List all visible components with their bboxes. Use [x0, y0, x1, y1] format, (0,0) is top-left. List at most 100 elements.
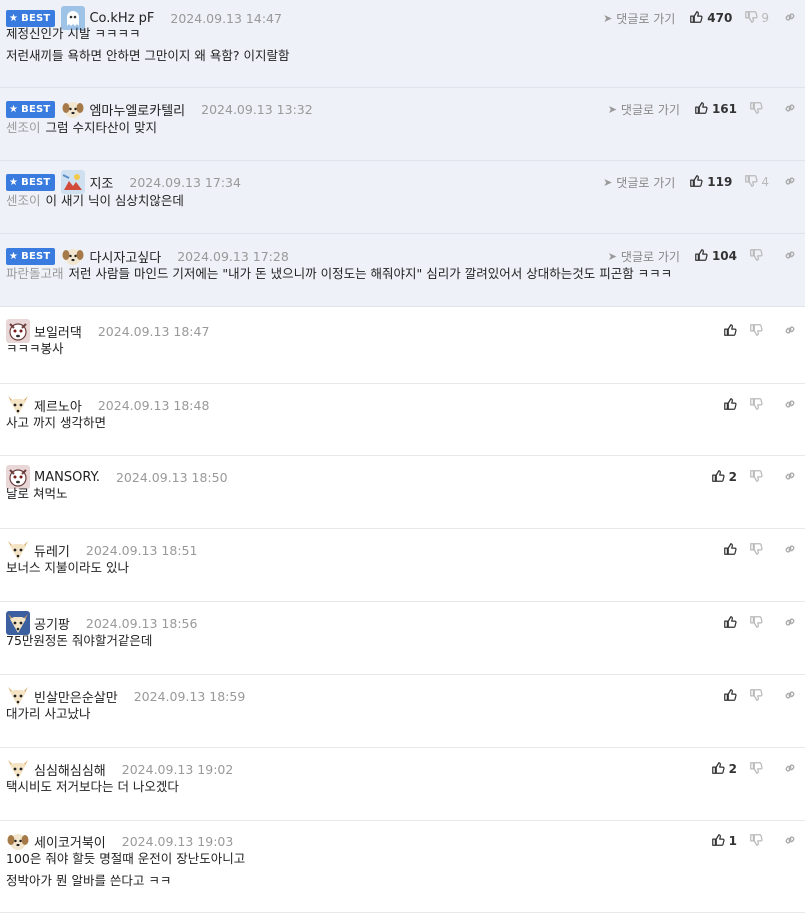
comment-line: 날로 쳐먹노 [6, 483, 67, 505]
comment-actions [711, 540, 797, 560]
downvote-button[interactable] [749, 397, 769, 414]
share-link-button[interactable] [783, 761, 797, 778]
upvote-button[interactable]: 119 [689, 174, 732, 191]
comment-body: 대가리 사고났나 [6, 703, 90, 725]
downvote-button[interactable]: 4 [744, 174, 769, 191]
link-icon [783, 761, 797, 778]
share-link-button[interactable] [783, 688, 797, 705]
link-icon [783, 248, 797, 265]
downvote-button[interactable] [749, 323, 769, 340]
thumbs-up-icon [723, 397, 737, 414]
downvote-button[interactable] [749, 615, 769, 632]
goto-reply-link[interactable]: ➤ 댓글로 가기 [608, 248, 680, 265]
upvote-button[interactable]: 104 [694, 248, 737, 265]
arrow-icon: ➤ [603, 11, 613, 25]
comment-text: 이 새기 닉이 심상치않은데 [45, 193, 184, 208]
thumbs-down-icon [749, 323, 763, 340]
upvote-button[interactable] [711, 323, 737, 340]
comment-line: ㅋㅋㅋ봉사 [6, 338, 64, 360]
link-icon [783, 397, 797, 414]
thumbs-down-icon [749, 688, 763, 705]
upvote-button[interactable]: 161 [694, 101, 737, 118]
downvote-button[interactable] [749, 688, 769, 705]
comment-actions [711, 321, 797, 341]
comment-text: 저런새끼들 욕하면 안하면 그만이지 왜 욕함? 이지랄함 [6, 48, 290, 63]
reply-target[interactable]: 파란돌고래 [6, 266, 64, 281]
thumbs-down-icon [749, 833, 763, 850]
thumbs-down-icon [749, 101, 763, 118]
link-icon [783, 10, 797, 27]
comment-body: ㅋㅋㅋ봉사 [6, 338, 64, 360]
comment-line: 센조이 그럼 수지타산이 맞지 [6, 117, 157, 139]
downvote-button[interactable] [749, 542, 769, 559]
comment-text: 75만원정돈 줘야할거같은데 [6, 633, 153, 648]
downvote-button[interactable] [749, 248, 769, 265]
upvote-button[interactable] [711, 542, 737, 559]
downvote-button[interactable] [749, 101, 769, 118]
upvote-button[interactable] [711, 615, 737, 632]
thumbs-down-icon [749, 397, 763, 414]
goto-reply-link[interactable]: ➤ 댓글로 가기 [608, 101, 680, 118]
downvote-button[interactable] [749, 833, 769, 850]
comment-actions [711, 395, 797, 415]
thumbs-up-icon [689, 174, 703, 191]
downvote-button[interactable] [749, 761, 769, 778]
comment-text: 날로 쳐먹노 [6, 486, 68, 501]
comment-actions [711, 613, 797, 633]
link-icon [783, 688, 797, 705]
comment-item: ★ BEST Co.kHz pF 2024.09.13 14:47 ➤ 댓글로 가기 470… [0, 0, 805, 88]
downvote-button[interactable] [749, 469, 769, 486]
comment-actions: ➤ 댓글로 가기 161 [608, 99, 797, 119]
comment-text: 저런 사람들 마인드 기저에는 "내가 돈 냈으니까 이정도는 해줘야지" 심리… [68, 266, 673, 281]
thumbs-down-icon [749, 761, 763, 778]
thumbs-down-icon [749, 469, 763, 486]
share-link-button[interactable] [783, 469, 797, 486]
share-link-button[interactable] [783, 248, 797, 265]
comment-text: 제정신인가 시발 ㅋㅋㅋㅋ [6, 26, 141, 41]
share-link-button[interactable] [783, 397, 797, 414]
share-link-button[interactable] [783, 101, 797, 118]
reply-target[interactable]: 센조이 [6, 193, 41, 208]
arrow-icon: ➤ [607, 249, 617, 263]
share-link-button[interactable] [783, 323, 797, 340]
downvote-button[interactable]: 9 [744, 10, 769, 27]
upvote-button[interactable]: 2 [711, 761, 737, 778]
comment-text: ㅋㅋㅋ봉사 [6, 341, 64, 356]
share-link-button[interactable] [783, 542, 797, 559]
comment-body: 센조이 이 새기 닉이 심상치않은데 [6, 190, 184, 212]
comment-item: ★ BEST 엠마누엘로카텔리 2024.09.13 13:32 ➤ 댓글로 가기 161 센… [0, 88, 805, 161]
best-badge: ★ BEST [6, 247, 56, 265]
upvote-count: 2 [728, 470, 737, 484]
share-link-button[interactable] [783, 615, 797, 632]
comment-item: 보일러댁 2024.09.13 18:47 ㅋㅋㅋ봉사 [0, 307, 805, 384]
goto-reply-link[interactable]: ➤ 댓글로 가기 [603, 10, 675, 27]
nickname[interactable]: 지조 [89, 173, 113, 192]
comment-actions: ➤ 댓글로 가기 470 9 [603, 8, 797, 28]
reply-target[interactable]: 센조이 [6, 120, 41, 135]
thumbs-up-icon [689, 10, 703, 27]
goto-reply-link[interactable]: ➤ 댓글로 가기 [603, 174, 675, 191]
upvote-button[interactable]: 470 [689, 10, 732, 27]
comment-actions: 1 [711, 831, 797, 851]
comment-body: 센조이 그럼 수지타산이 맞지 [6, 117, 157, 139]
upvote-button[interactable]: 1 [711, 833, 737, 850]
comment-actions [711, 686, 797, 706]
comment-line: 센조이 이 새기 닉이 심상치않은데 [6, 190, 184, 212]
upvote-button[interactable] [711, 397, 737, 414]
upvote-button[interactable] [711, 688, 737, 705]
upvote-button[interactable]: 2 [711, 469, 737, 486]
comment-body: 75만원정돈 줘야할거같은데 [6, 630, 152, 652]
thumbs-down-icon [744, 174, 758, 191]
comment-date: 2024.09.13 18:47 [97, 323, 210, 339]
share-link-button[interactable] [783, 10, 797, 27]
comment-text: 보너스 지불이라도 있나 [6, 560, 129, 575]
link-icon [783, 174, 797, 191]
comment-date: 2024.09.13 18:56 [85, 615, 198, 631]
nickname[interactable]: 엠마누엘로카텔리 [89, 100, 185, 119]
star-icon: ★ [9, 250, 19, 262]
share-link-button[interactable] [783, 174, 797, 191]
comment-actions: 2 [711, 759, 797, 779]
link-icon [783, 615, 797, 632]
share-link-button[interactable] [783, 833, 797, 850]
upvote-count: 161 [711, 102, 737, 116]
